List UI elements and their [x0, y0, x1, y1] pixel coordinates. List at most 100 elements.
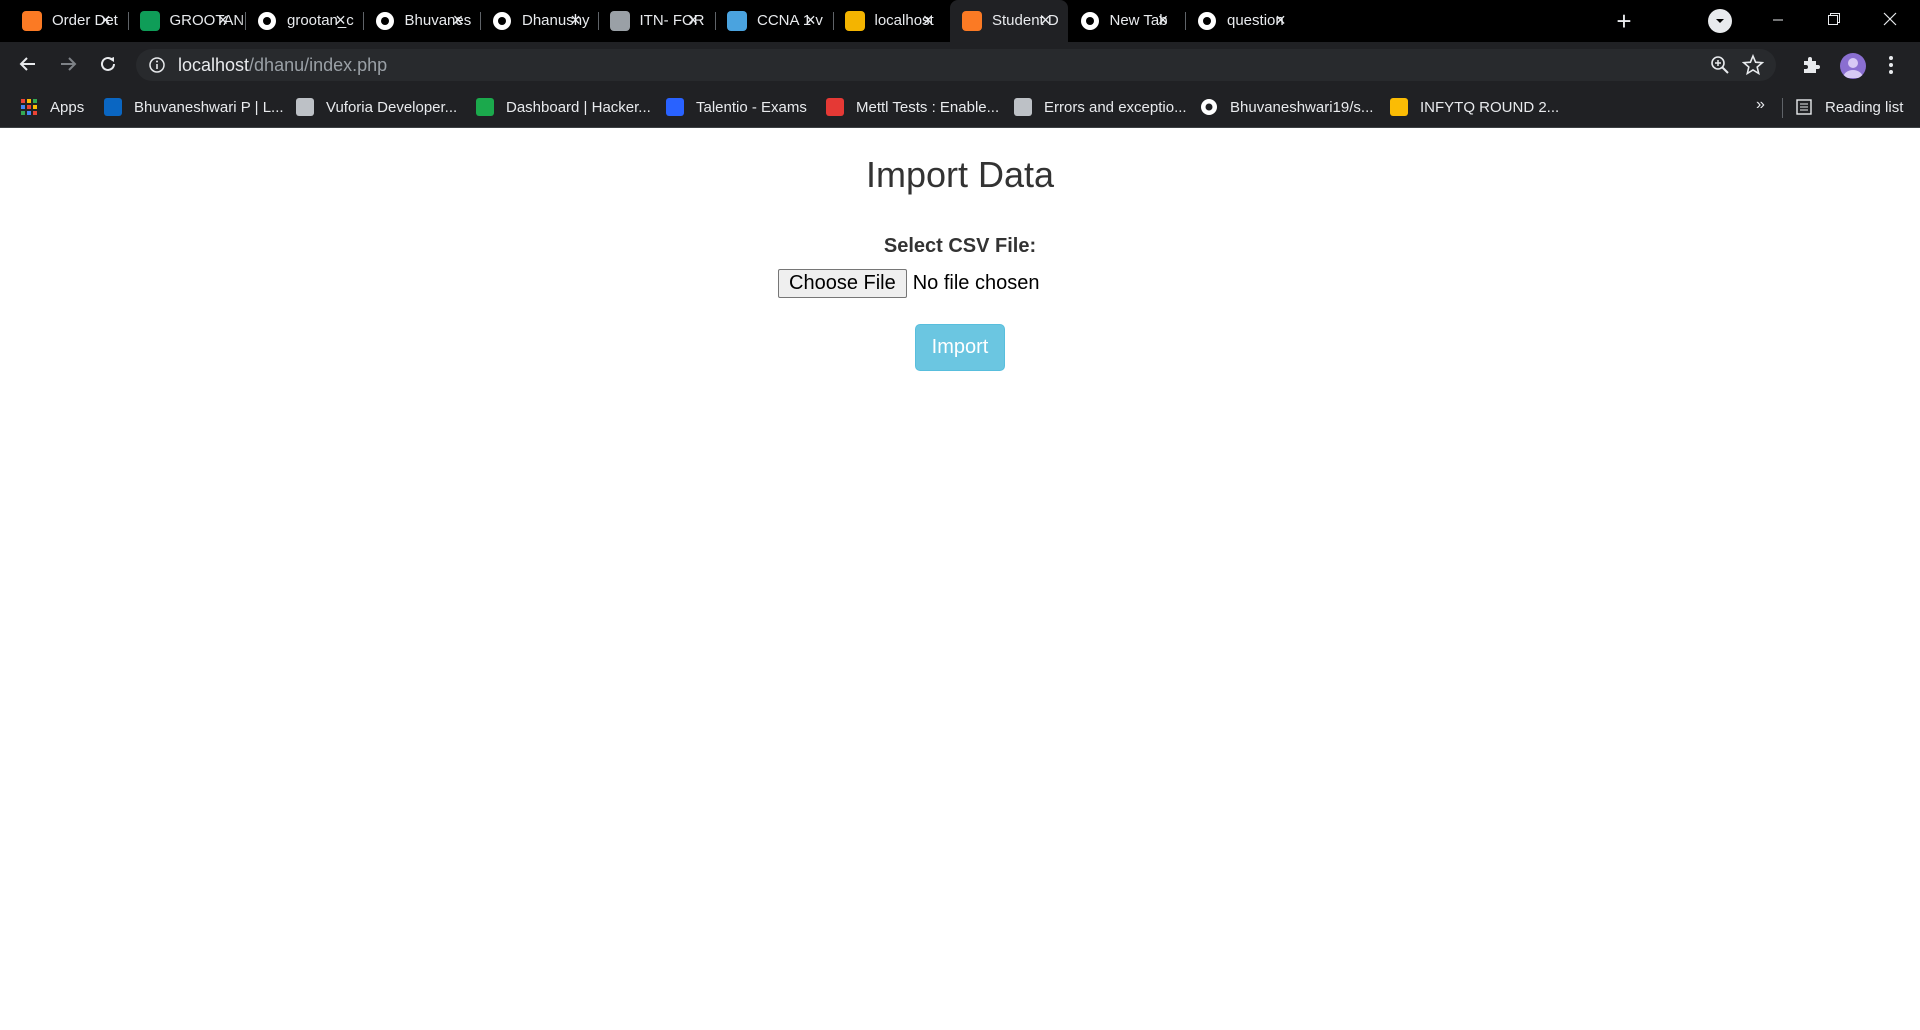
tab-title: CCNA 1 v — [757, 12, 823, 29]
bookmark-item[interactable]: Errors and exceptio... — [1014, 96, 1187, 118]
tab-close-icon[interactable]: × — [96, 10, 116, 30]
browser-tab[interactable]: Student D × — [950, 0, 1068, 42]
google-icon — [1197, 11, 1217, 31]
ccna-icon — [727, 11, 747, 31]
xampp-icon — [962, 11, 982, 31]
tab-close-icon[interactable]: × — [918, 10, 938, 30]
reading-list-button[interactable]: Reading list — [1795, 96, 1903, 118]
bookmark-label: Talentio - Exams — [696, 98, 807, 116]
extensions-puzzle-icon[interactable] — [1800, 54, 1822, 76]
browser-tab[interactable]: GROOTAN × — [128, 0, 246, 42]
browser-tab[interactable]: CCNA 1 v × — [715, 0, 833, 42]
cisco-icon — [609, 11, 630, 31]
browser-tab[interactable]: question × — [1185, 0, 1303, 42]
xampp-icon — [22, 11, 42, 31]
new-tab-button[interactable]: + — [1610, 8, 1638, 36]
file-input[interactable]: Choose File No file chosen — [778, 268, 1039, 298]
tab-title: ITN- FOR — [639, 12, 705, 29]
reload-icon — [101, 56, 115, 71]
page-content: Import Data Select CSV File: Choose File… — [0, 128, 1920, 1030]
hackerrank-icon — [476, 98, 494, 116]
github-icon — [257, 11, 277, 31]
tab-close-icon[interactable]: × — [683, 10, 703, 30]
bookmark-item[interactable]: Bhuvaneshwari19/s... — [1200, 96, 1373, 118]
kebab-menu-icon[interactable] — [1886, 54, 1896, 76]
browser-tab[interactable]: ITN- FOR × — [598, 0, 716, 42]
url-text[interactable]: localhost/dhanu/index.php — [178, 55, 387, 75]
choose-file-button[interactable]: Choose File — [778, 268, 907, 298]
browser-tab[interactable]: New Tab × — [1068, 0, 1186, 42]
tab-close-icon[interactable]: × — [331, 10, 351, 30]
bookmark-label: INFYTQ ROUND 2... — [1420, 98, 1560, 116]
tab-title: question — [1227, 12, 1284, 29]
drive-icon — [1390, 98, 1408, 116]
github-icon — [1200, 98, 1218, 116]
bookmarks-bar: Apps Bhuvaneshwari P | L... Vuforia Develo… — [0, 86, 1920, 128]
bookmark-label: Bhuvaneshwari19/s... — [1230, 98, 1374, 116]
bookmark-label: Mettl Tests : Enable... — [856, 98, 1000, 116]
back-button[interactable] — [12, 48, 44, 80]
reload-button[interactable] — [92, 48, 124, 80]
bookmark-label: Errors and exceptio... — [1044, 98, 1187, 116]
profile-avatar[interactable] — [1840, 53, 1866, 79]
forward-button[interactable] — [52, 48, 84, 80]
github-icon — [375, 11, 395, 31]
close-window-button[interactable] — [1864, 0, 1916, 40]
tab-close-icon[interactable]: × — [213, 10, 233, 30]
bookmark-item[interactable]: Bhuvaneshwari P | L... — [104, 96, 284, 118]
browser-tab[interactable]: Bhuvanes × — [363, 0, 481, 42]
talentio-icon — [666, 98, 684, 116]
close-icon — [1883, 12, 1897, 26]
reading-list-label: Reading list — [1825, 98, 1904, 116]
tab-close-icon[interactable]: × — [1153, 10, 1173, 30]
bookmark-item[interactable]: Talentio - Exams — [666, 96, 807, 118]
chrome-icon — [1080, 11, 1100, 31]
bookmark-item[interactable]: Dashboard | Hacker... — [476, 96, 651, 118]
localhost-icon — [844, 11, 865, 31]
more-bookmarks-button[interactable]: » — [1756, 96, 1765, 114]
no-file-chosen-text: No file chosen — [912, 271, 1040, 294]
bookmarks-divider — [1782, 98, 1783, 118]
tab-close-icon[interactable]: × — [448, 10, 468, 30]
browser-tab[interactable]: Order Det × — [10, 0, 128, 42]
tab-title: Order Det — [52, 12, 118, 29]
tab-close-icon[interactable]: × — [1271, 10, 1291, 30]
bookmark-label: Dashboard | Hacker... — [506, 98, 651, 116]
browser-toolbar: localhost/dhanu/index.php — [0, 42, 1920, 86]
minimize-icon — [1773, 19, 1783, 21]
tab-title: Bhuvanes — [404, 12, 472, 29]
info-icon[interactable] — [148, 56, 166, 74]
browser-tab[interactable]: grootan_c × — [245, 0, 363, 42]
address-bar[interactable]: localhost/dhanu/index.php — [136, 49, 1776, 81]
bookmark-item[interactable]: Mettl Tests : Enable... — [826, 96, 999, 118]
sheets-icon — [139, 11, 160, 31]
reading-list-icon — [1795, 98, 1813, 116]
bookmark-label: Bhuvaneshwari P | L... — [134, 98, 284, 116]
vuforia-icon — [296, 98, 314, 116]
tab-close-icon[interactable]: × — [801, 10, 821, 30]
person-icon — [1843, 58, 1863, 78]
tab-title: grootan_c — [287, 12, 354, 29]
github-icon — [492, 11, 512, 31]
bookmark-label: Apps — [50, 98, 85, 116]
import-button[interactable]: Import — [915, 324, 1005, 371]
restore-button[interactable] — [1808, 0, 1860, 40]
zoom-icon[interactable] — [1710, 55, 1730, 75]
star-icon[interactable] — [1742, 54, 1764, 76]
arrow-left-icon — [19, 57, 35, 71]
tab-close-icon[interactable]: × — [566, 10, 586, 30]
minimize-button[interactable] — [1752, 0, 1804, 40]
arrow-right-icon — [61, 57, 77, 71]
linkedin-icon — [104, 98, 122, 116]
browser-tab[interactable]: Dhanushy × — [480, 0, 598, 42]
tab-strip: Order Det × GROOTAN × grootan_c × Bhuvanes × Dha… — [0, 0, 1920, 42]
bookmark-item[interactable]: Apps — [20, 96, 84, 118]
tab-close-icon[interactable]: × — [1036, 10, 1056, 30]
apps-grid-icon — [20, 98, 38, 116]
tab-title: New Tab — [1109, 12, 1168, 29]
bookmark-item[interactable]: Vuforia Developer... — [296, 96, 457, 118]
tab-search-button[interactable] — [1708, 9, 1732, 33]
mettl-icon — [826, 98, 844, 116]
bookmark-item[interactable]: INFYTQ ROUND 2... — [1390, 96, 1559, 118]
browser-tab[interactable]: localhost × — [833, 0, 951, 42]
